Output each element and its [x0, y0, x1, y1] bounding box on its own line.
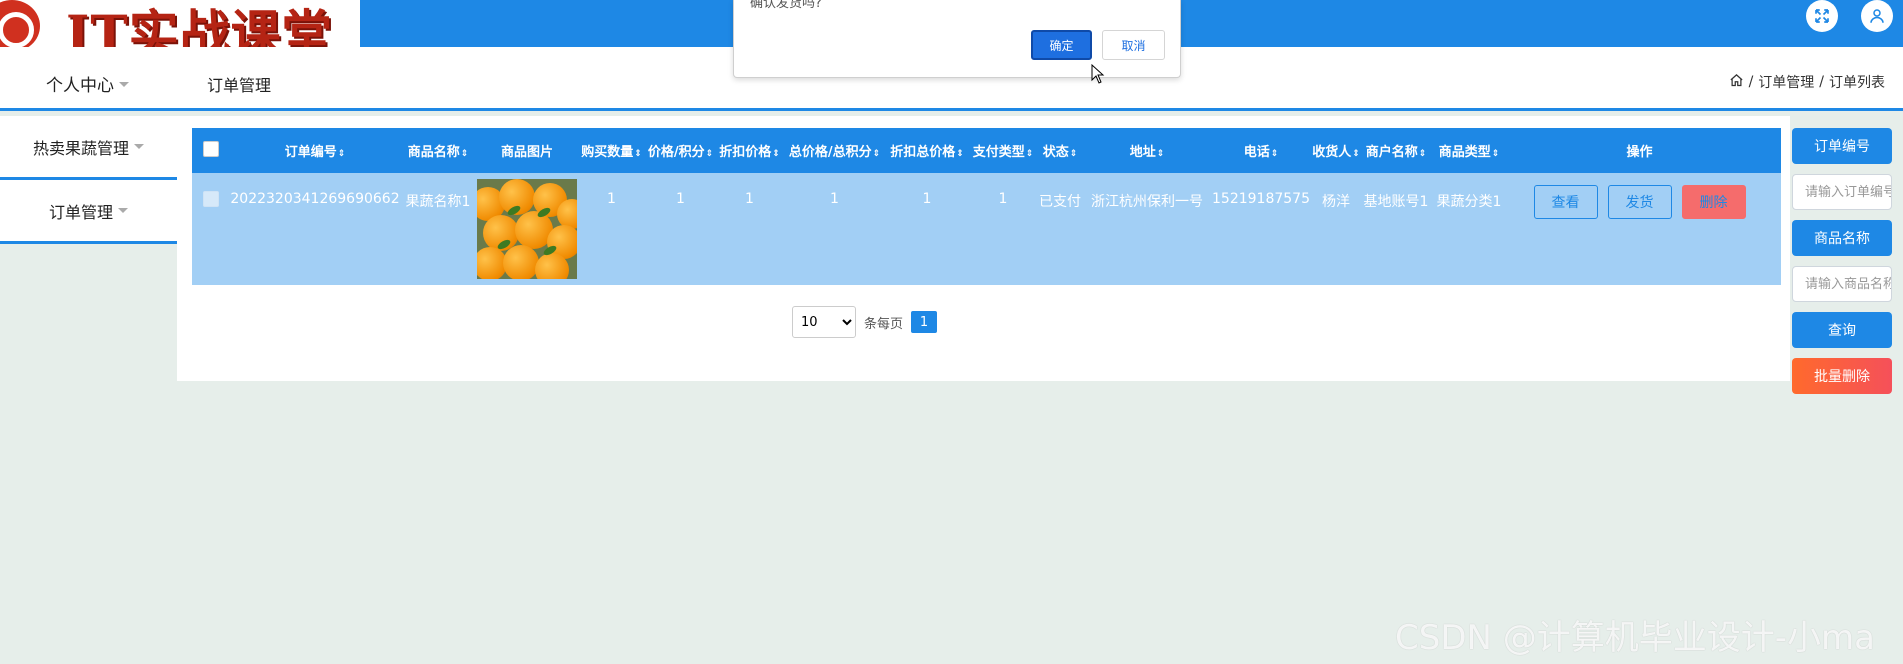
column-header[interactable]: 价格/积分⇕	[645, 141, 716, 160]
cell-product-name: 果蔬名称1	[405, 194, 471, 210]
sidebar-item-label: 热卖果蔬管理	[32, 138, 129, 158]
expand-icon[interactable]	[1806, 0, 1838, 32]
user-icon[interactable]	[1861, 0, 1893, 32]
table-row[interactable]: 2022320341269690662 果蔬名称1 1 1 1 1 1 1 已支…	[192, 173, 1781, 285]
batch-delete-button[interactable]: 批量删除	[1792, 358, 1892, 394]
order-no-input[interactable]	[1792, 174, 1892, 210]
cell-actions: 查看 发货 删除	[1508, 173, 1771, 219]
column-header[interactable]: 商品类型⇕	[1430, 141, 1508, 160]
breadcrumb: / 订单管理 / 订单列表	[1729, 72, 1885, 92]
search-button[interactable]: 查询	[1792, 312, 1892, 348]
cell-discount-total: 1	[922, 191, 932, 207]
cell-product-image	[476, 173, 578, 279]
table-header: 订单编号⇕ 商品名称⇕ 商品图片 购买数量⇕ 价格/积分⇕ 折扣价格⇕ 总价格/…	[192, 128, 1781, 173]
breadcrumb-separator: /	[1748, 74, 1754, 90]
cell-phone: 15219187575	[1212, 191, 1310, 207]
cell-discount-price: 1	[745, 191, 754, 207]
orders-table: 订单编号⇕ 商品名称⇕ 商品图片 购买数量⇕ 价格/积分⇕ 折扣价格⇕ 总价格/…	[192, 128, 1781, 285]
column-header[interactable]: 购买数量⇕	[578, 141, 645, 160]
column-header[interactable]: 订单编号⇕	[230, 141, 400, 160]
mouse-cursor-icon	[1091, 64, 1105, 84]
cell-merchant: 基地账号1	[1363, 194, 1429, 210]
sidebar-item-label: 订单管理	[48, 202, 113, 222]
watermark: CSDN @计算机毕业设计-小ma	[1395, 618, 1875, 658]
page-size-select[interactable]: 10	[792, 306, 856, 338]
personal-center-label: 个人中心	[46, 76, 114, 96]
column-header[interactable]: 折扣价格⇕	[716, 141, 783, 160]
column-header[interactable]: 总价格/总积分⇕	[783, 141, 886, 160]
column-header[interactable]: 地址⇕	[1082, 141, 1212, 160]
home-icon[interactable]	[1729, 73, 1744, 92]
confirm-dialog: 确认发货吗? 确定 取消	[733, 0, 1181, 78]
logo-mark-icon	[0, 0, 40, 52]
column-header[interactable]: 商品名称⇕	[400, 141, 476, 160]
cell-quantity: 1	[607, 191, 616, 207]
breadcrumb-level2: 订单列表	[1829, 75, 1885, 91]
order-no-label: 订单编号	[1792, 128, 1892, 164]
confirm-cancel-button[interactable]: 取消	[1102, 30, 1165, 60]
cell-address: 浙江杭州保利一号	[1091, 194, 1203, 210]
cell-pay-type: 1	[998, 191, 1008, 207]
page-1-button[interactable]: 1	[911, 311, 938, 333]
column-header[interactable]: 商户名称⇕	[1362, 141, 1430, 160]
personal-center-menu[interactable]: 个人中心	[46, 71, 129, 96]
pagination: 10 条每页 1	[792, 306, 938, 338]
confirm-ok-button[interactable]: 确定	[1031, 30, 1092, 60]
column-header[interactable]: 收货人⇕	[1310, 141, 1362, 160]
column-header: 操作	[1626, 145, 1653, 160]
column-header[interactable]: 支付类型⇕	[968, 141, 1038, 160]
chevron-down-icon	[134, 144, 144, 149]
cell-receiver: 杨洋	[1322, 194, 1350, 210]
breadcrumb-level1[interactable]: 订单管理	[1758, 72, 1814, 92]
chevron-down-icon	[119, 82, 129, 87]
product-image[interactable]	[477, 179, 577, 279]
select-all-checkbox[interactable]	[192, 140, 230, 161]
view-button[interactable]: 查看	[1533, 185, 1598, 219]
sidebar-item-orders[interactable]: 订单管理	[0, 180, 177, 244]
column-header[interactable]: 状态⇕	[1038, 141, 1082, 160]
column-header: 商品图片	[500, 145, 553, 160]
page-title: 订单管理	[207, 76, 272, 95]
delete-button[interactable]: 删除	[1681, 185, 1746, 219]
column-header[interactable]: 折扣总价格⇕	[886, 141, 968, 160]
ship-button[interactable]: 发货	[1607, 185, 1672, 219]
cell-product-type: 果蔬分类1	[1436, 194, 1502, 210]
cell-order-no: 2022320341269690662	[230, 191, 400, 207]
cell-total-price: 1	[830, 191, 839, 207]
per-page-label: 条每页	[864, 316, 904, 332]
dialog-message: 确认发货吗?	[750, 0, 822, 11]
sidebar: 热卖果蔬管理 订单管理	[0, 116, 177, 244]
product-name-input[interactable]	[1792, 266, 1892, 302]
cell-price: 1	[676, 191, 685, 207]
cell-status: 已支付	[1039, 194, 1081, 210]
column-header[interactable]: 电话⇕	[1212, 141, 1310, 160]
chevron-down-icon	[118, 208, 128, 213]
sidebar-item-produce[interactable]: 热卖果蔬管理	[0, 116, 177, 180]
product-name-label: 商品名称	[1792, 220, 1892, 256]
row-checkbox[interactable]	[192, 173, 230, 211]
search-panel: 订单编号 商品名称 查询 批量删除	[1792, 128, 1892, 404]
breadcrumb-separator: /	[1819, 74, 1824, 90]
main-panel: 订单编号⇕ 商品名称⇕ 商品图片 购买数量⇕ 价格/积分⇕ 折扣价格⇕ 总价格/…	[177, 116, 1790, 381]
